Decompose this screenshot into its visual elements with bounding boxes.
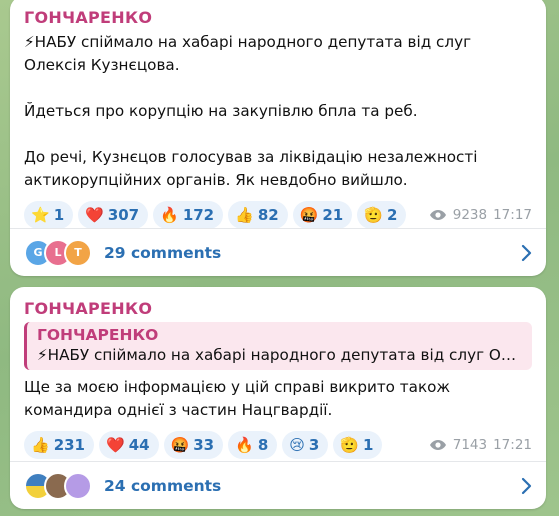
salute-icon: 🫡: [340, 436, 360, 454]
angry-face-icon: 🤬: [170, 436, 190, 454]
thumbs-up-icon: 👍: [235, 206, 254, 224]
commenter-avatars: G L T: [24, 238, 92, 267]
chevron-right-icon[interactable]: [520, 477, 532, 495]
comments-label[interactable]: 29 comments: [104, 244, 221, 262]
post-author[interactable]: ГОНЧАРЕНКО: [24, 8, 532, 27]
reaction-count: 1: [53, 206, 65, 224]
reaction-fire[interactable]: 🔥 172: [153, 201, 224, 229]
post-time: 17:17: [493, 207, 532, 223]
crying-face-icon: 😢: [289, 436, 305, 454]
reaction-heart[interactable]: ❤️ 307: [78, 201, 149, 229]
avatar: T: [64, 238, 92, 267]
angry-face-icon: 🤬: [299, 206, 319, 224]
reply-author: ГОНЧАРЕНКО: [37, 326, 159, 344]
reaction-fire[interactable]: 🔥 8: [228, 431, 278, 459]
star-icon: ⭐: [31, 206, 50, 224]
reaction-count: 21: [322, 206, 344, 224]
reaction-count: 3: [308, 436, 320, 454]
reaction-thumbs-up[interactable]: 👍 231: [24, 431, 94, 459]
post-text: Ще за моєю інформацією у цій справі викр…: [24, 378, 455, 419]
reaction-count: 307: [107, 206, 140, 224]
comments-label[interactable]: 24 comments: [104, 477, 221, 495]
reaction-count: 8: [257, 436, 269, 454]
reaction-thumbs-up[interactable]: 👍 82: [228, 201, 288, 229]
fire-icon: 🔥: [160, 206, 179, 224]
post-author[interactable]: ГОНЧАРЕНКО: [24, 299, 532, 318]
commenter-avatars: [24, 471, 92, 500]
comments-link[interactable]: 24 comments: [10, 461, 546, 509]
reply-text: ⚡НАБУ спіймало на хабарі народного депут…: [37, 346, 522, 364]
heart-icon: ❤️: [106, 436, 125, 454]
chevron-right-icon[interactable]: [520, 244, 532, 262]
post-meta: 7143 17:21: [429, 437, 532, 453]
reaction-salute[interactable]: 🫡 1: [333, 431, 383, 459]
reaction-count: 1: [363, 436, 374, 454]
channel-post: ГОНЧАРЕНКО ⚡НАБУ спіймало на хабарі наро…: [10, 0, 546, 276]
post-time: 17:21: [493, 437, 532, 453]
eye-icon: [429, 440, 446, 450]
heart-icon: ❤️: [85, 206, 104, 224]
thumbs-up-icon: 👍: [31, 436, 50, 454]
post-text: ⚡НАБУ спіймало на хабарі народного депут…: [24, 33, 478, 189]
reaction-salute[interactable]: 🫡 2: [357, 201, 407, 229]
channel-post: ГОНЧАРЕНКО ГОНЧАРЕНКО ⚡НАБУ спіймало на …: [10, 287, 546, 509]
reaction-count: 44: [128, 436, 150, 454]
reaction-count: 172: [182, 206, 215, 224]
post-meta: 9238 17:17: [429, 207, 532, 223]
reactions-bar: 👍 231 ❤️ 44 🤬 33 🔥 8 😢 3 🫡 1 7143 17:21: [24, 430, 532, 460]
reply-quote[interactable]: ГОНЧАРЕНКО ⚡НАБУ спіймало на хабарі наро…: [24, 322, 532, 370]
avatar: [64, 471, 92, 500]
salute-icon: 🫡: [364, 206, 383, 224]
reaction-angry[interactable]: 🤬 33: [163, 431, 224, 459]
reaction-star[interactable]: ⭐ 1: [24, 201, 74, 229]
reactions-bar: ⭐ 1 ❤️ 307 🔥 172 👍 82 🤬 21 🫡 2 9238 17:17: [24, 200, 532, 230]
fire-icon: 🔥: [235, 436, 254, 454]
comments-link[interactable]: G L T 29 comments: [10, 228, 546, 276]
reaction-count: 231: [53, 436, 85, 454]
reaction-crying[interactable]: 😢 3: [282, 431, 329, 459]
reaction-angry[interactable]: 🤬 21: [292, 201, 353, 229]
reaction-count: 82: [257, 206, 279, 224]
reaction-count: 33: [193, 436, 215, 454]
eye-icon: [429, 210, 446, 220]
reaction-count: 2: [386, 206, 398, 224]
view-count: 7143: [452, 437, 488, 453]
view-count: 9238: [452, 207, 488, 223]
reaction-heart[interactable]: ❤️ 44: [99, 431, 159, 459]
